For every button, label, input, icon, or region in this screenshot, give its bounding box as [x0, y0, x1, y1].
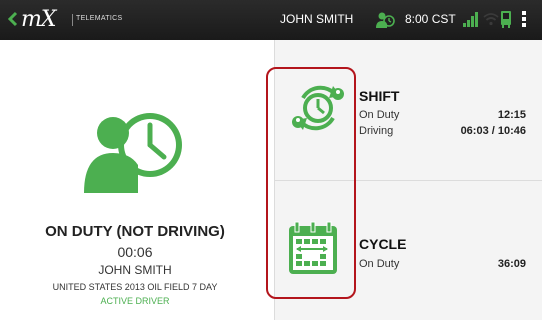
shift-row-label: Driving — [359, 125, 394, 137]
top-app-bar: mX TELEMATICS JOHN SMITH 8:00 CST — [0, 0, 542, 40]
ruleset-name: UNITED STATES 2013 OIL FIELD 7 DAY — [52, 282, 218, 292]
duty-status-panel[interactable]: ON DUTY (NOT DRIVING) 00:06 JOHN SMITH U… — [0, 40, 270, 320]
shift-row-value: 12:15 — [497, 109, 526, 121]
cycle-row-label: On Duty — [359, 258, 400, 270]
on-duty-person-clock-icon — [84, 113, 182, 193]
clock-time: 8:00 CST — [405, 12, 456, 26]
duty-status-title: ON DUTY (NOT DRIVING) — [45, 223, 225, 240]
back-chevron-icon[interactable] — [7, 10, 19, 28]
highlight-box — [266, 67, 356, 299]
overflow-menu-icon[interactable] — [522, 11, 526, 27]
logo-divider — [72, 14, 73, 26]
cycle-title: CYCLE — [359, 236, 407, 252]
driver-name: JOHN SMITH — [98, 263, 172, 277]
duty-status-icon[interactable] — [375, 10, 395, 30]
shift-title: SHIFT — [359, 88, 400, 104]
user-name[interactable]: JOHN SMITH — [280, 12, 353, 26]
cell-signal-icon — [463, 12, 478, 27]
cycle-row-value: 36:09 — [497, 258, 526, 270]
duty-elapsed-time: 00:06 — [117, 244, 153, 260]
logo-subtitle: TELEMATICS — [76, 15, 123, 22]
logo: mX — [21, 7, 57, 32]
driver-role: ACTIVE DRIVER — [100, 296, 170, 306]
wifi-icon — [483, 13, 499, 26]
device-icon — [501, 11, 511, 28]
shift-row-value: 06:03 / 10:46 — [460, 125, 526, 137]
shift-row-label: On Duty — [359, 109, 400, 121]
